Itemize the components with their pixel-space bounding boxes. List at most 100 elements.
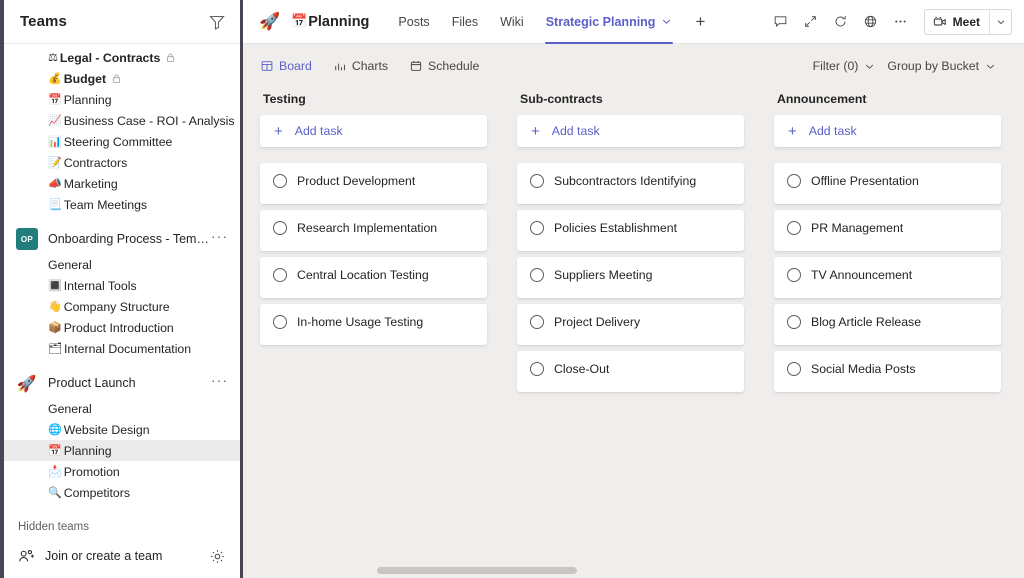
task-complete-checkbox[interactable] [787,174,801,188]
sidebar-channel-team-meetings[interactable]: 📃 Team Meetings [4,194,240,215]
task-complete-checkbox[interactable] [787,362,801,376]
task-complete-checkbox[interactable] [273,268,287,282]
task-card[interactable]: Suppliers Meeting [517,257,744,298]
horizontal-scrollbar-track[interactable] [243,562,1024,578]
meet-button[interactable]: Meet [925,10,989,34]
tab-label: Posts [398,14,430,29]
sidebar-channel-company-structure[interactable]: 👋 Company Structure [4,296,240,317]
task-complete-checkbox[interactable] [530,221,544,235]
group-by-dropdown[interactable]: Group by Bucket [881,56,1002,76]
task-title: Subcontractors Identifying [554,174,697,188]
sidebar-channel-internal-tools[interactable]: 🔳 Internal Tools [4,275,240,296]
more-options-icon[interactable] [886,7,916,37]
sidebar-channel-promotion[interactable]: 📩 Promotion [4,461,240,482]
chevron-down-icon[interactable] [661,16,672,27]
task-card[interactable]: Central Location Testing [260,257,487,298]
team-group-product-launch[interactable]: 🚀 Product Launch ··· [4,368,240,398]
task-card[interactable]: Offline Presentation [774,163,1001,204]
page-title: Teams [20,13,67,30]
sidebar-channel-planning[interactable]: 📅 Planning [4,440,240,461]
chat-icon[interactable] [766,7,796,37]
sidebar-channel-contractors[interactable]: 📝 Contractors [4,152,240,173]
task-card[interactable]: Product Development [260,163,487,204]
add-task-button[interactable]: + Add task [517,115,744,147]
sidebar-header: Teams [4,0,240,44]
task-complete-checkbox[interactable] [787,315,801,329]
team-group-onboarding-process-template[interactable]: OP Onboarding Process - Template ··· [4,224,240,254]
task-card[interactable]: In-home Usage Testing [260,304,487,345]
refresh-icon[interactable] [826,7,856,37]
filter-icon[interactable] [208,13,226,31]
horizontal-scrollbar[interactable] [377,567,577,574]
sidebar-channel-budget[interactable]: 💰 Budget [4,68,240,89]
sidebar-channel-marketing[interactable]: 📣 Marketing [4,173,240,194]
task-card[interactable]: Research Implementation [260,210,487,251]
team-more-options-icon[interactable]: ··· [211,373,228,391]
join-or-create-team-button[interactable]: Join or create a team [45,549,199,563]
task-card[interactable]: Subcontractors Identifying [517,163,744,204]
hidden-teams-row[interactable]: Hidden teams [4,517,240,534]
planner-view-charts[interactable]: Charts [326,56,396,76]
task-complete-checkbox[interactable] [530,362,544,376]
tab-wiki[interactable]: Wiki [489,0,535,44]
channel-label: Budget [63,71,107,86]
plus-icon: + [274,122,283,140]
channel-label: General [48,257,92,272]
task-complete-checkbox[interactable] [530,315,544,329]
task-card[interactable]: Blog Article Release [774,304,1001,345]
task-card[interactable]: Social Media Posts [774,351,1001,392]
sidebar-channel-competitors[interactable]: 🔍 Competitors [4,482,240,503]
bucket-title: Testing [263,92,306,106]
channel-label: Internal Tools [63,278,137,293]
lock-icon [165,52,176,63]
sidebar-channel-website-design[interactable]: 🌐 Website Design [4,419,240,440]
task-complete-checkbox[interactable] [530,268,544,282]
task-complete-checkbox[interactable] [530,174,544,188]
task-complete-checkbox[interactable] [787,268,801,282]
sidebar-channel-planning[interactable]: 📅 Planning [4,89,240,110]
channel-emoji-icon: 🔍 [48,486,62,499]
planner-view-board[interactable]: Board [253,56,320,76]
task-complete-checkbox[interactable] [273,221,287,235]
sidebar-channel-internal-documentation[interactable]: 🗂 Internal Documentation [4,338,240,359]
expand-icon[interactable] [796,7,826,37]
task-title: Policies Establishment [554,221,678,235]
task-title: Product Development [297,174,416,188]
task-title: Blog Article Release [811,315,922,329]
meet-chevron-down-icon[interactable] [989,9,1011,34]
channel-name: 📅 Planning [291,14,369,30]
sidebar-channel-product-introduction[interactable]: 📦 Product Introduction [4,317,240,338]
add-tab-button[interactable]: + [683,13,717,30]
sidebar-channel-business-case-roi-analysis[interactable]: 📈 Business Case - ROI - Analysis [4,110,240,131]
tab-files[interactable]: Files [441,0,489,44]
channel-emoji-icon: 📃 [48,198,62,211]
task-card[interactable]: PR Management [774,210,1001,251]
gear-icon[interactable] [209,548,226,565]
channel-emoji-icon: 📅 [48,444,62,457]
globe-icon[interactable] [856,7,886,37]
task-card[interactable]: Policies Establishment [517,210,744,251]
sidebar-channel-general[interactable]: General [4,254,240,275]
channel-emoji-icon: 👋 [48,300,62,313]
planner-view-schedule[interactable]: Schedule [402,56,487,76]
sidebar-channel-general[interactable]: General [4,398,240,419]
tab-posts[interactable]: Posts [387,0,440,44]
loose-channel-list: ⚖ Legal - Contracts 💰 Budget 📅 Planning 📈 Busin… [4,47,240,215]
sidebar-channel-legal-contracts[interactable]: ⚖ Legal - Contracts [4,47,240,68]
tab-strategic-planning[interactable]: Strategic Planning [535,0,684,44]
task-complete-checkbox[interactable] [273,315,287,329]
task-complete-checkbox[interactable] [273,174,287,188]
task-card[interactable]: Project Delivery [517,304,744,345]
sidebar-channel-steering-committee[interactable]: 📊 Steering Committee [4,131,240,152]
add-task-button[interactable]: + Add task [774,115,1001,147]
add-task-label: Add task [551,124,600,138]
task-card[interactable]: Close-Out [517,351,744,392]
add-task-button[interactable]: + Add task [260,115,487,147]
task-complete-checkbox[interactable] [787,221,801,235]
team-more-options-icon[interactable]: ··· [211,229,228,247]
board-icon [261,60,273,72]
team-avatar: 🚀 [16,373,38,393]
filter-dropdown[interactable]: Filter (0) [807,56,882,76]
sidebar-scroll-area[interactable]: ⚖ Legal - Contracts 💰 Budget 📅 Planning 📈 Busin… [4,44,240,534]
task-card[interactable]: TV Announcement [774,257,1001,298]
